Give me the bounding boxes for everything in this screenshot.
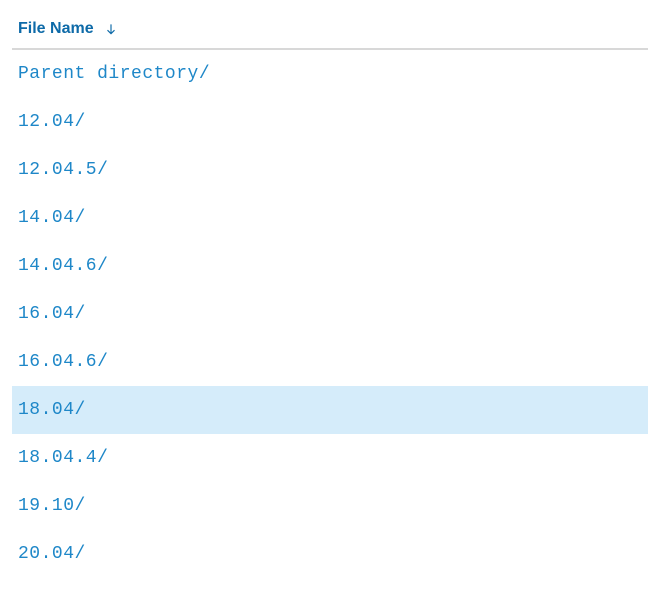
table-row: 16.04.6/ — [12, 338, 648, 386]
directory-link[interactable]: Parent directory/ — [18, 64, 210, 84]
sort-arrow-down-icon — [104, 22, 118, 36]
directory-link[interactable]: 18.04/ — [18, 400, 86, 420]
directory-rows: Parent directory/12.04/12.04.5/14.04/14.… — [12, 50, 648, 578]
directory-link[interactable]: 12.04/ — [18, 112, 86, 132]
directory-link[interactable]: 18.04.4/ — [18, 448, 108, 468]
table-row: 12.04.5/ — [12, 146, 648, 194]
directory-link[interactable]: 14.04/ — [18, 208, 86, 228]
table-row: 12.04/ — [12, 98, 648, 146]
directory-link[interactable]: 16.04.6/ — [18, 352, 108, 372]
directory-link[interactable]: 12.04.5/ — [18, 160, 108, 180]
table-row: 18.04.4/ — [12, 434, 648, 482]
table-row: 16.04/ — [12, 290, 648, 338]
table-row: 18.04/ — [12, 386, 648, 434]
directory-link[interactable]: 19.10/ — [18, 496, 86, 516]
directory-listing-table: File Name Parent directory/12.04/12.04.5… — [12, 12, 648, 578]
table-row: 20.04/ — [12, 530, 648, 578]
table-row: 14.04.6/ — [12, 242, 648, 290]
directory-link[interactable]: 20.04/ — [18, 544, 86, 564]
column-header-label: File Name — [18, 20, 94, 38]
directory-link[interactable]: 16.04/ — [18, 304, 86, 324]
table-row: 19.10/ — [12, 482, 648, 530]
table-row: Parent directory/ — [12, 50, 648, 98]
directory-link[interactable]: 14.04.6/ — [18, 256, 108, 276]
table-row: 14.04/ — [12, 194, 648, 242]
column-header-filename[interactable]: File Name — [12, 12, 648, 50]
